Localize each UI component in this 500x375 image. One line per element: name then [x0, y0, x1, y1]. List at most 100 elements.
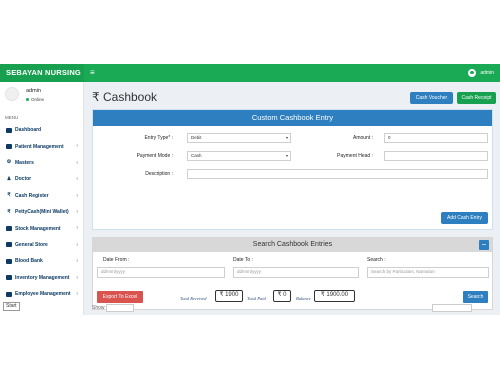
sidebar-item-general-store[interactable]: General Store ‹: [0, 237, 83, 253]
total-paid-value: ₹ 0: [273, 290, 291, 302]
balance-label: Balance: [296, 296, 311, 301]
inventory-icon: [6, 275, 12, 281]
entries-length-select[interactable]: [106, 304, 134, 312]
caret-down-icon: ▾: [285, 153, 288, 158]
user-profile-panel: admin Online: [0, 82, 83, 110]
payment-head-input[interactable]: [384, 151, 488, 161]
sidebar-item-blood-bank[interactable]: Blood Bank ‹: [0, 253, 83, 269]
balance-value: ₹ 1900.00: [314, 290, 355, 302]
sidebar-item-label: Cash Register: [15, 192, 49, 199]
chevron-left-icon: ‹: [76, 208, 78, 215]
chevron-left-icon: ‹: [76, 176, 78, 183]
sidebar-item-label: Patient Management: [15, 143, 64, 150]
app-frame: SEBAYAN NURSING ≡ admin admin Online MEN…: [0, 64, 500, 315]
chevron-left-icon: ‹: [76, 258, 78, 265]
search-input[interactable]: Search by Particulars, Narration: [367, 267, 489, 278]
user-menu[interactable]: admin: [468, 64, 494, 82]
sidebar-item-patient-management[interactable]: Patient Management ‹: [0, 138, 83, 154]
cashbook-entry-panel: Custom Cashbook Entry Entry Type* : Debi…: [92, 109, 493, 230]
cash-receipt-button[interactable]: Cash Receipt: [457, 92, 496, 104]
chevron-left-icon: ‹: [76, 290, 78, 297]
cashbook-entry-heading: Custom Cashbook Entry: [93, 110, 492, 126]
profile-status-label: Online: [31, 97, 45, 102]
chevron-left-icon: ‹: [76, 159, 78, 166]
sidebar-item-label: Masters: [15, 159, 34, 166]
sidebar-item-label: Employee Management: [15, 291, 71, 298]
employee-icon: [6, 291, 12, 297]
avatar: [5, 87, 19, 101]
caret-down-icon: ▾: [285, 135, 288, 140]
entry-type-label: Entry Type* :: [144, 135, 173, 141]
sidebar-item-label: Dashboard: [15, 127, 42, 134]
payment-mode-label: Payment Mode :: [136, 153, 173, 159]
entries-length-label: Show: [92, 305, 105, 311]
main-content: ₹ Cashbook Cash Voucher Cash Receipt Cus…: [84, 82, 500, 315]
brand-logo[interactable]: SEBAYAN NURSING: [0, 64, 84, 82]
sidebar-item-inventory-management[interactable]: Inventory Management ‹: [0, 270, 83, 286]
total-received-label: Total Received: [180, 296, 207, 301]
sidebar-toggle-icon[interactable]: ≡: [90, 64, 95, 82]
doctor-icon: ♟: [6, 175, 12, 182]
collapse-icon[interactable]: −: [479, 240, 489, 250]
taskbar-tooltip: Start: [3, 302, 20, 311]
export-to-excel-button[interactable]: Export To Excel: [97, 291, 143, 303]
total-received-value: ₹ 1900: [215, 290, 243, 302]
search-label: Search :: [367, 257, 386, 263]
page-title-text: Cashbook: [102, 90, 158, 104]
masters-icon: ⚙: [6, 159, 12, 166]
sidebar-item-label: Doctor: [15, 176, 32, 183]
date-to-input[interactable]: dd/mm/yyyy: [233, 267, 359, 278]
description-input[interactable]: [187, 169, 488, 179]
payment-mode-select[interactable]: Cash ▾: [187, 151, 291, 161]
search-button[interactable]: Search: [463, 291, 488, 303]
sidebar: admin Online MENU Dashboard Patient Mana…: [0, 82, 84, 315]
sidebar-item-label: Blood Bank: [15, 258, 43, 265]
profile-name: admin: [26, 88, 41, 94]
user-avatar-icon: [468, 69, 477, 77]
sidebar-item-employee-management[interactable]: Employee Management ‹: [0, 286, 83, 302]
table-search-input[interactable]: [432, 304, 472, 312]
online-status-icon: [26, 98, 29, 101]
rupee-icon: ₹: [7, 192, 11, 199]
chevron-left-icon: ‹: [76, 192, 78, 199]
total-paid-label: Total Paid: [247, 296, 266, 301]
search-cashbook-heading: Search Cashbook Entries −: [93, 238, 492, 252]
search-cashbook-panel: Search Cashbook Entries − Date From : dd…: [92, 237, 493, 310]
store-icon: [6, 242, 12, 248]
sidebar-item-dashboard[interactable]: Dashboard: [0, 122, 83, 138]
entry-type-value: Debit: [191, 135, 202, 140]
add-cash-entry-button[interactable]: Add Cash Entry: [441, 212, 488, 224]
sidebar-item-masters[interactable]: ⚙ Masters ‹: [0, 155, 83, 171]
profile-status: Online: [26, 97, 44, 102]
sidebar-item-pettycash[interactable]: ₹ PettyCash(Mini Wallet) ‹: [0, 204, 83, 220]
payment-head-label: Payment Head :: [337, 153, 373, 159]
cash-voucher-button[interactable]: Cash Voucher: [410, 92, 453, 104]
sidebar-item-stock-management[interactable]: Stock Management ‹: [0, 220, 83, 236]
sidebar-item-label: Inventory Management: [15, 274, 70, 281]
user-menu-label: admin: [480, 70, 494, 76]
menu-heading: MENU: [5, 115, 19, 120]
blood-icon: [6, 258, 12, 264]
search-cashbook-title: Search Cashbook Entries: [252, 241, 333, 248]
sidebar-item-cash-register[interactable]: ₹ Cash Register ‹: [0, 188, 83, 204]
wallet-icon: ₹: [7, 208, 11, 215]
page-title: ₹ Cashbook: [92, 90, 157, 104]
sidebar-item-label: Stock Management: [15, 225, 61, 232]
chevron-left-icon: ‹: [76, 143, 78, 150]
amount-label: Amount :: [352, 135, 373, 141]
chevron-left-icon: ‹: [76, 241, 78, 248]
payment-mode-value: Cash: [191, 153, 202, 158]
stock-icon: [6, 226, 12, 232]
chevron-left-icon: ‹: [76, 225, 78, 232]
date-to-label: Date To :: [233, 257, 253, 263]
sidebar-item-doctor[interactable]: ♟ Doctor ‹: [0, 171, 83, 187]
chevron-left-icon: ‹: [76, 274, 78, 281]
patient-icon: [6, 144, 12, 150]
dashboard-icon: [6, 127, 12, 133]
entry-type-select[interactable]: Debit ▾: [187, 133, 291, 143]
date-from-label: Date From :: [103, 257, 130, 263]
amount-input[interactable]: 0: [384, 133, 488, 143]
date-from-input[interactable]: dd/mm/yyyy: [97, 267, 225, 278]
rupee-icon: ₹: [92, 90, 100, 104]
description-label: Description :: [145, 171, 173, 177]
